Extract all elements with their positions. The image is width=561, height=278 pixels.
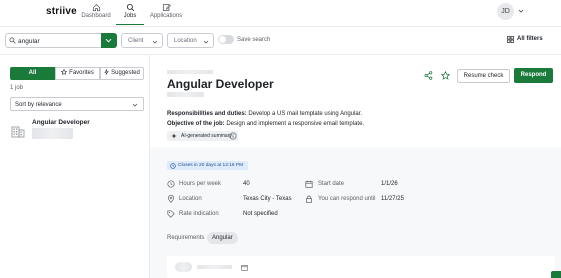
location-pin-icon — [167, 195, 175, 203]
tab-favorites-label: Favorites — [69, 70, 94, 76]
tab-all[interactable]: All — [10, 67, 55, 80]
start-date-value: 1/1/26 — [381, 181, 398, 187]
all-filters-label: All filters — [517, 36, 543, 42]
user-avatar[interactable]: JD — [497, 3, 514, 20]
blurred-company-name — [167, 70, 213, 74]
respond-button[interactable]: Respond — [514, 68, 553, 83]
requirements-label: Requirements — [167, 235, 205, 241]
sort-dropdown[interactable]: Sort by relevance — [10, 97, 144, 111]
chat-button[interactable] — [551, 271, 561, 278]
responsibilities-heading: Responsibilities and duties: — [167, 111, 247, 117]
deadline-badge: Closes in 20 days at 12:16 PM — [167, 161, 249, 170]
nav-jobs[interactable]: Jobs — [110, 3, 150, 25]
search-box — [5, 33, 117, 48]
objective-heading: Objective of the job: — [167, 121, 225, 127]
share-icon[interactable] — [424, 71, 433, 80]
ai-summary-badge: AI-generated summary — [167, 131, 238, 141]
location-value: Texas City - Texas — [243, 196, 292, 202]
tab-all-label: All — [28, 70, 37, 76]
tag-icon — [167, 210, 175, 218]
rate-label: Rate indication — [179, 211, 219, 217]
lock-icon — [306, 195, 312, 203]
client-dropdown[interactable]: Client — [121, 33, 163, 48]
clock-icon — [170, 162, 176, 169]
lightning-icon — [104, 69, 109, 75]
save-search-toggle[interactable] — [218, 35, 234, 44]
nav-applications-label: Applications — [149, 13, 183, 19]
star-icon — [60, 68, 68, 75]
search-submit-button[interactable] — [101, 33, 117, 48]
respond-until-label: You can respond until — [318, 196, 376, 202]
nav-applications[interactable]: Applications — [146, 3, 186, 19]
nav-dashboard-label: Dashboard — [81, 13, 111, 19]
filter-grid-icon — [507, 36, 514, 43]
job-list-item-title[interactable]: Angular Developer — [32, 119, 90, 126]
chevron-down-icon — [105, 38, 112, 43]
job-title: Angular Developer — [167, 77, 274, 91]
clock-icon — [167, 180, 175, 188]
save-search-label: Save search — [237, 37, 271, 43]
location-label: Location — [179, 196, 202, 202]
calendar-icon — [305, 180, 313, 188]
tab-favorites[interactable]: Favorites — [55, 67, 100, 80]
location-dropdown[interactable]: Location — [167, 33, 214, 48]
sort-dropdown-label: Sort by relevance — [15, 102, 62, 108]
respond-until-value: 11/27/25 — [381, 196, 404, 202]
hours-value: 40 — [243, 181, 250, 187]
chevron-down-icon — [152, 40, 158, 44]
building-icon — [11, 126, 25, 138]
tab-suggested-label: Suggested — [111, 70, 140, 76]
start-date-label: Start date — [318, 181, 345, 187]
chevron-down-icon[interactable] — [518, 8, 524, 14]
search-input[interactable] — [18, 36, 102, 46]
chevron-down-icon — [132, 103, 138, 107]
sparkle-icon — [171, 133, 177, 139]
edit-icon — [162, 4, 171, 11]
ai-summary-label: AI-generated summary — [181, 133, 232, 139]
objective-text: Design and implement a responsive email … — [226, 121, 365, 127]
favorite-star-icon[interactable] — [441, 71, 450, 80]
objective-line: Objective of the job: Design and impleme… — [167, 121, 364, 127]
all-filters-button[interactable]: All filters — [507, 36, 543, 43]
home-icon — [92, 4, 100, 12]
top-navigation: striive Dashboard Jobs Applications JD — [0, 0, 561, 27]
calendar-icon — [241, 265, 248, 271]
blurred-company-info — [32, 128, 73, 139]
client-dropdown-label: Client — [128, 38, 144, 44]
location-dropdown-label: Location — [174, 38, 197, 44]
search-icon — [126, 3, 134, 12]
chevron-down-icon — [203, 40, 209, 44]
job-count: 1 job — [10, 85, 24, 91]
deadline-label: Closes in 20 days at 12:16 PM — [178, 163, 244, 168]
responsibilities-line: Responsibilities and duties: Develop a U… — [167, 111, 362, 117]
blurred-company-logo — [175, 262, 192, 272]
blurred-job-meta — [167, 92, 204, 97]
brand-logo[interactable]: striive — [46, 6, 77, 17]
hours-label: Hours per week — [179, 181, 222, 187]
requirement-chip: Angular — [207, 232, 238, 244]
search-icon — [9, 37, 16, 44]
nav-jobs-label: Jobs — [123, 13, 137, 19]
tab-suggested[interactable]: Suggested — [100, 67, 144, 80]
responsibilities-text: Develop a US mail template using Angular… — [248, 111, 363, 117]
rate-value: Not specified — [243, 211, 278, 217]
info-icon[interactable] — [229, 132, 237, 140]
resume-check-button[interactable]: Resume check — [457, 69, 510, 83]
blurred-company-name — [197, 265, 232, 269]
